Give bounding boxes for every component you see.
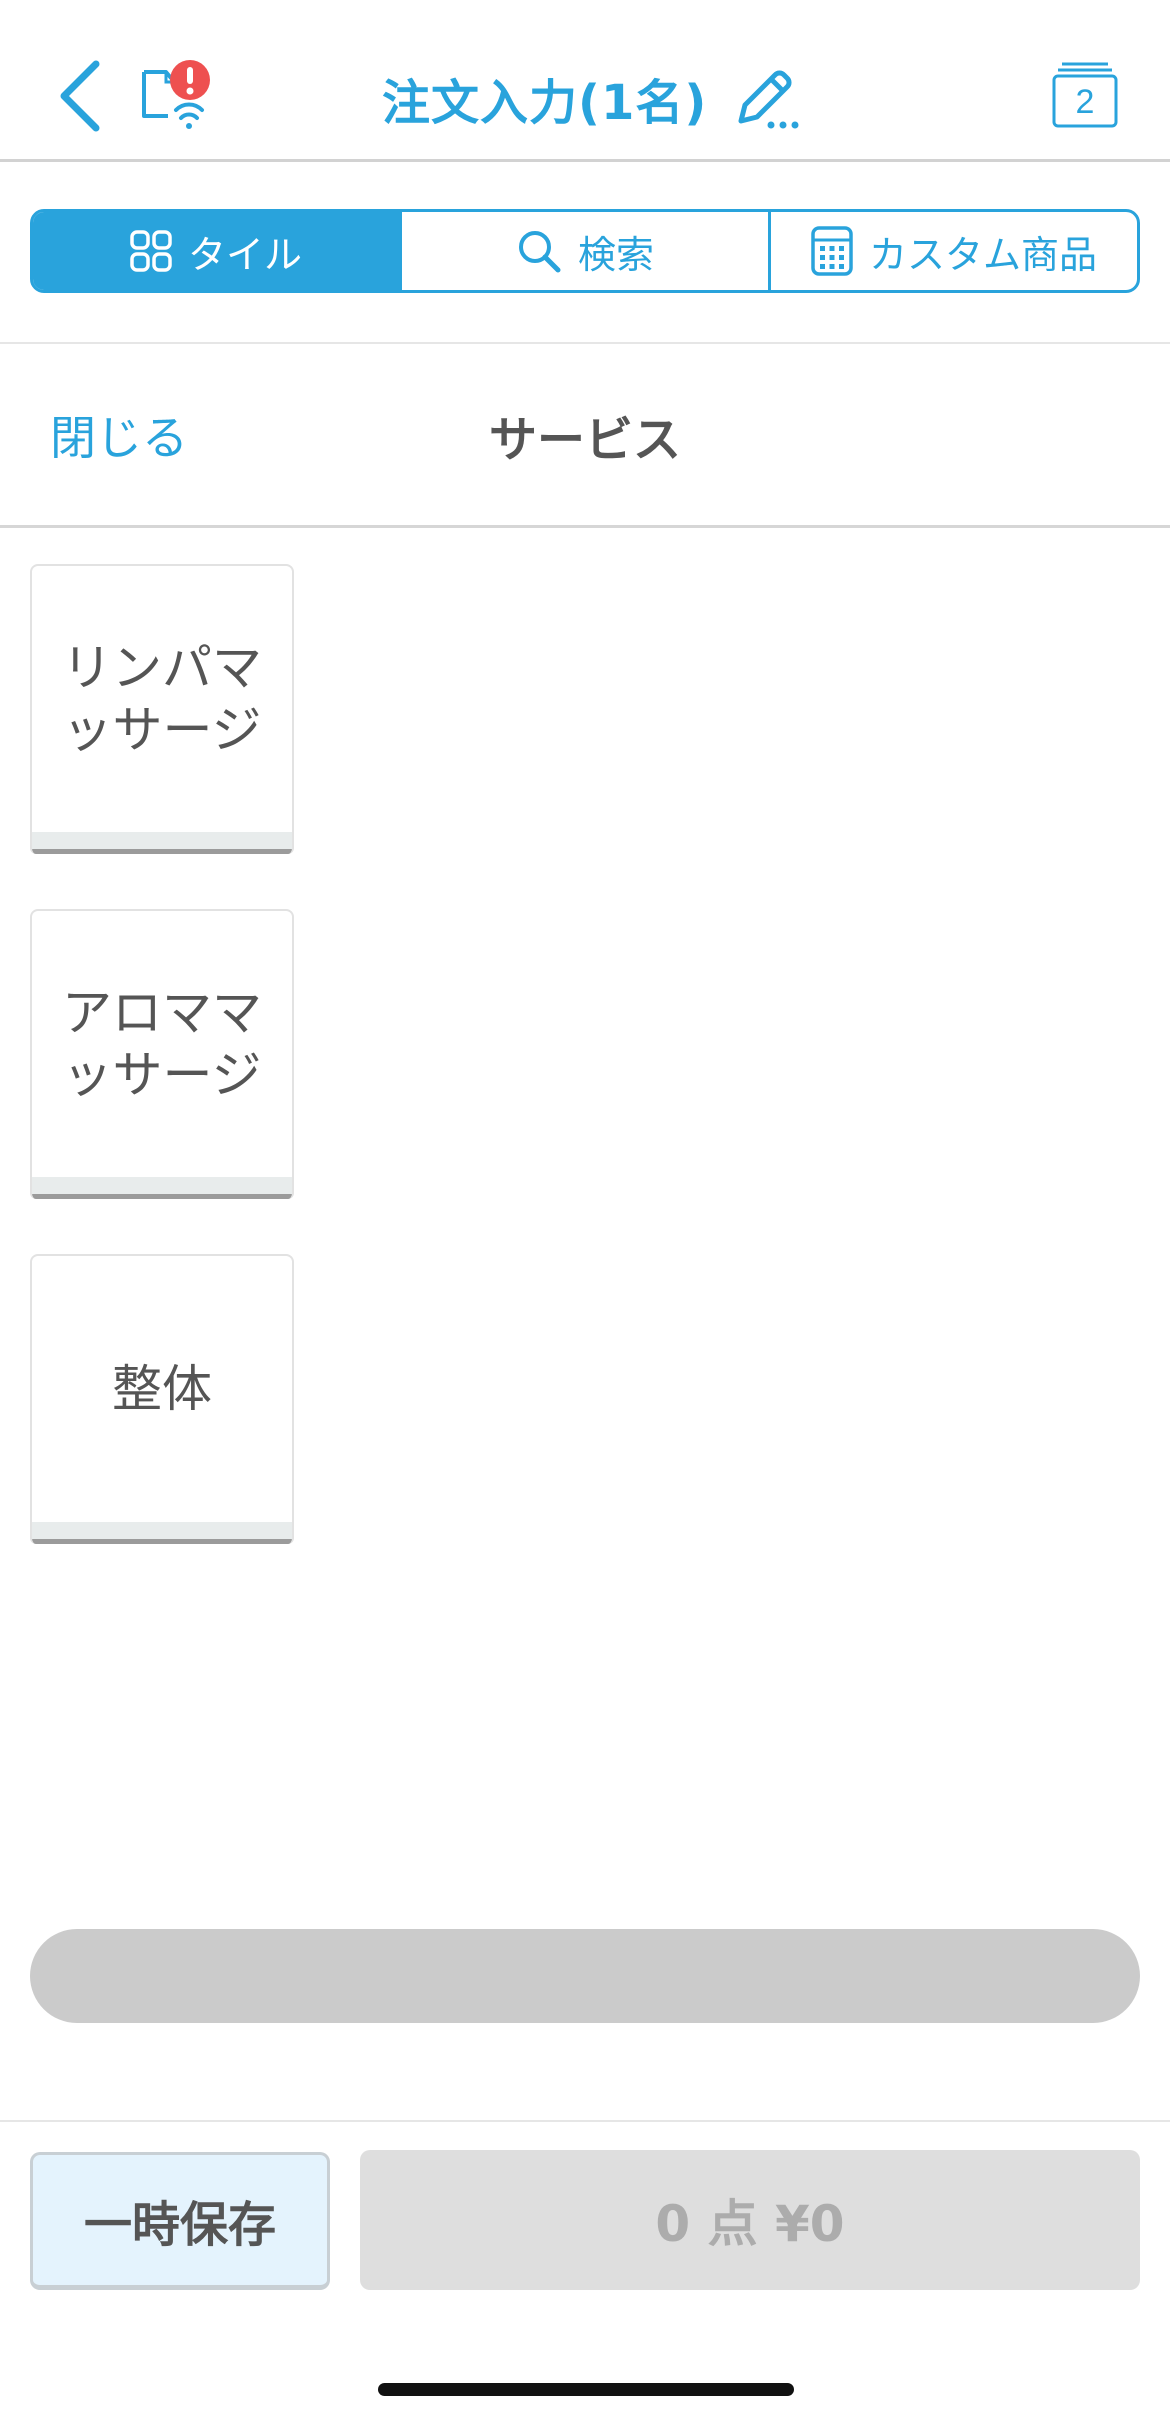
tab-search-label: 検索	[577, 232, 654, 277]
divider	[0, 342, 1170, 344]
product-tile-lymph-massage[interactable]: リンパマッサージ	[30, 564, 294, 854]
product-tile-color-bar	[32, 1177, 292, 1199]
product-tile-aroma-massage[interactable]: アロママッサージ	[30, 909, 294, 1199]
divider	[0, 525, 1170, 528]
calculator-icon	[811, 226, 853, 276]
checkout-total-button[interactable]: 0 点 ¥0	[360, 2150, 1140, 2290]
tab-custom-item-label: カスタム商品	[868, 232, 1097, 277]
edit-pencil-icon[interactable]	[733, 63, 803, 133]
grid-icon	[130, 230, 172, 272]
tab-custom-item[interactable]: カスタム商品	[768, 212, 1137, 290]
product-tile-color-bar	[32, 1522, 292, 1544]
tab-tile[interactable]: タイル	[33, 212, 399, 290]
chevron-left-icon	[60, 60, 100, 132]
tab-tile-label: タイル	[187, 232, 302, 277]
product-tile-label: 整体	[112, 1360, 212, 1418]
hold-order-button[interactable]: 一時保存	[30, 2152, 330, 2290]
view-mode-segment: タイル 検索 カスタム商品	[30, 209, 1140, 293]
page-title: 注文入力(1名)	[382, 75, 708, 131]
printer-status-button[interactable]	[138, 58, 218, 134]
divider	[0, 2120, 1170, 2122]
back-button[interactable]	[52, 56, 112, 136]
product-tile-label: リンパマッサージ	[62, 639, 262, 759]
title-group: 注文入力(1名)	[382, 58, 803, 138]
held-orders-button[interactable]: 2	[1052, 60, 1124, 130]
home-indicator	[378, 2383, 794, 2396]
product-tile-color-bar	[32, 832, 292, 854]
product-tile-label: アロママッサージ	[62, 984, 262, 1104]
search-icon	[518, 231, 561, 273]
navigation-bar: 注文入力(1名) 2	[0, 0, 1170, 162]
printer-disconnected-icon	[142, 60, 210, 129]
product-tile-seitai[interactable]: 整体	[30, 1254, 294, 1544]
held-orders-count: 2	[1075, 83, 1095, 121]
tab-search[interactable]: 検索	[399, 212, 768, 290]
order-summary-bar	[30, 1929, 1140, 2023]
close-category-button[interactable]: 閉じる	[50, 402, 188, 468]
